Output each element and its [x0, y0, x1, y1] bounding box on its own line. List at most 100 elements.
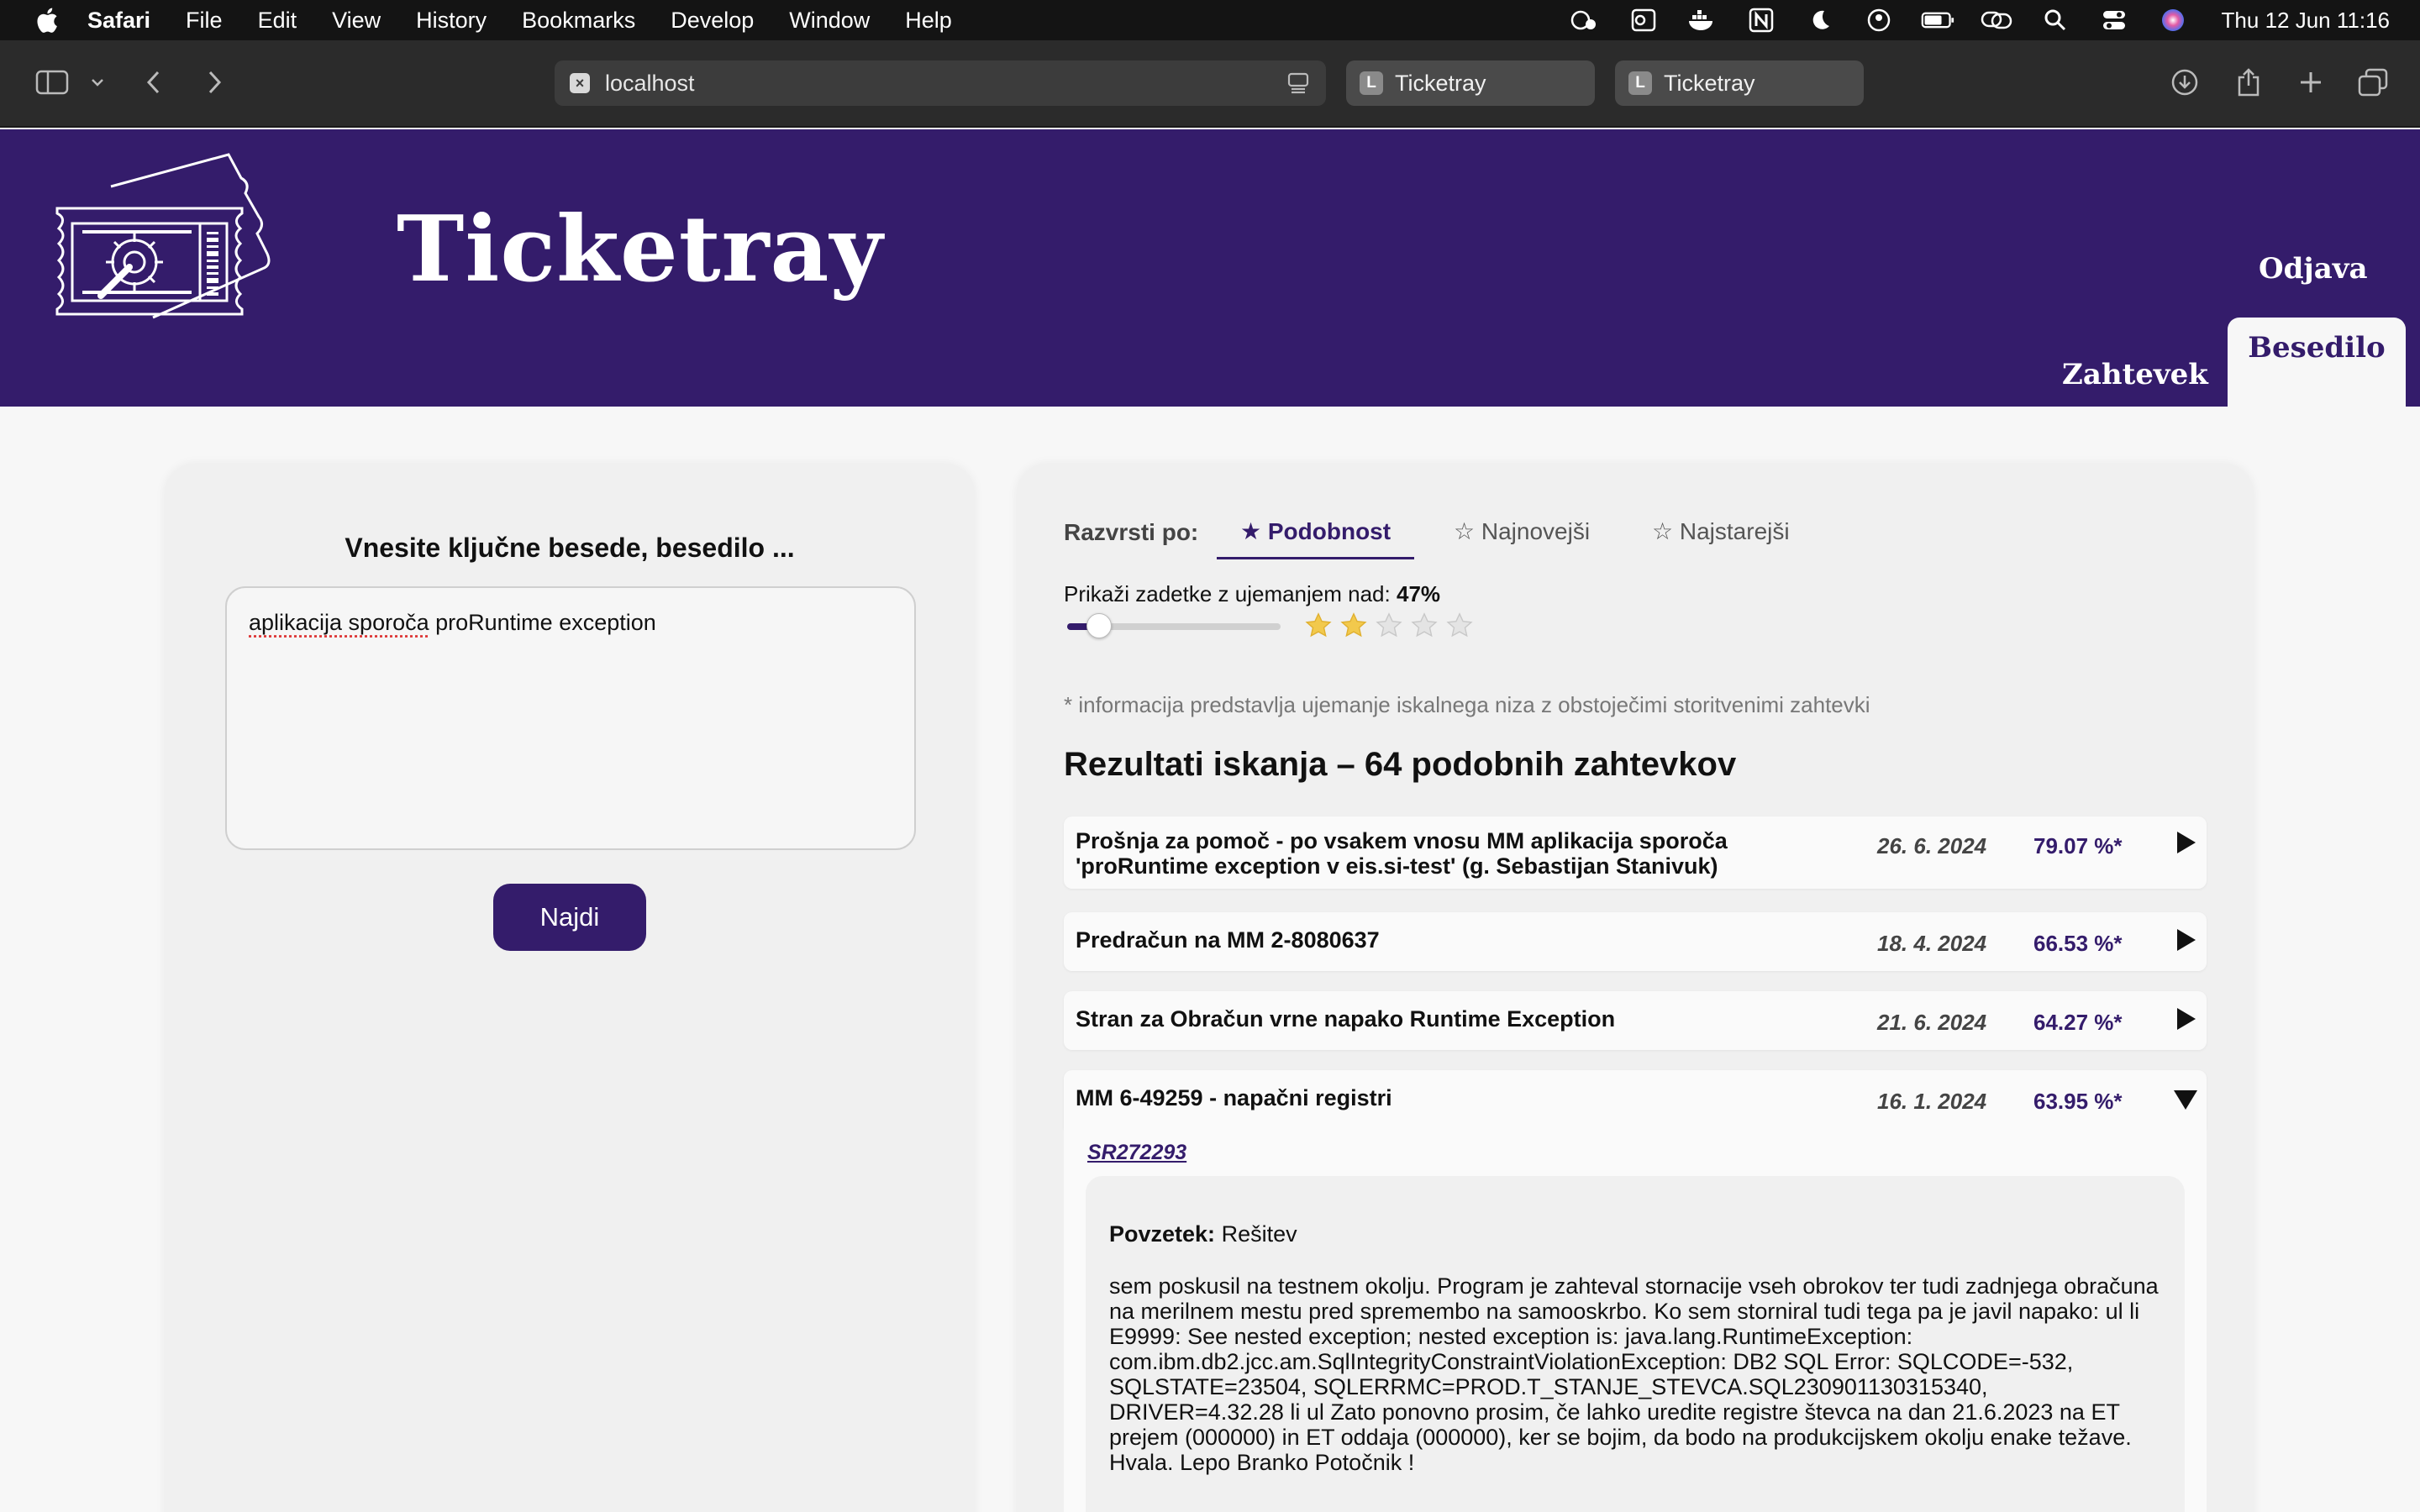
siri-icon[interactable] [2156, 7, 2190, 34]
chevron-down-icon[interactable] [87, 66, 108, 99]
tab-favicon-icon: L [1628, 71, 1652, 95]
threshold-label: Prikaži zadetke z ujemanjem nad: 47% [1064, 581, 1440, 607]
query-text: proRuntime exception [429, 610, 656, 635]
sort-label: Razvrsti po: [1064, 519, 1198, 546]
summary-line: Povzetek: Rešitev [1109, 1221, 1297, 1247]
macos-menu-bar: Safari File Edit View History Bookmarks … [0, 0, 2420, 40]
result-date: 21. 6. 2024 [1877, 1010, 1986, 1036]
outlook-icon[interactable] [1627, 7, 1660, 34]
share-icon[interactable] [2233, 66, 2264, 99]
menu-bookmarks[interactable]: Bookmarks [522, 8, 635, 34]
star-filled-icon [1304, 612, 1333, 640]
menu-develop[interactable]: Develop [671, 8, 754, 34]
reader-view-icon[interactable] [1287, 72, 1309, 100]
result-score: 79.07 %* [2033, 833, 2123, 859]
result-row-expanded[interactable]: MM 6-49259 - napačni registri 16. 1. 202… [1064, 1070, 2207, 1129]
menu-app-name[interactable]: Safari [87, 8, 150, 34]
results-panel: Razvrsti po: ★ Podobnost ☆ Najnovejši ☆ … [1017, 464, 2254, 1512]
tab-overview-icon[interactable] [2356, 66, 2390, 99]
query-spellcheck-text: aplikacija sporoča [249, 610, 429, 635]
search-heading: Vnesite ključne besede, besedilo ... [165, 533, 975, 564]
detail-body: sem poskusil na testnem okolju. Program … [1109, 1273, 2160, 1475]
result-row[interactable]: Prošnja za pomoč - po vsakem vnosu MM ap… [1064, 816, 2207, 889]
menu-view[interactable]: View [332, 8, 381, 34]
browser-tab-2[interactable]: L Ticketray [1615, 60, 1864, 106]
forward-arrow-icon[interactable] [202, 66, 227, 99]
tab-zahtevek[interactable]: Zahtevek [2062, 358, 2208, 391]
app-header: Ticketray Odjava Zahtevek Besedilo [0, 129, 2420, 407]
address-text[interactable]: localhost [605, 71, 695, 97]
control-center-icon[interactable] [2097, 7, 2131, 34]
logout-link[interactable]: Odjava [2259, 252, 2368, 286]
result-score: 63.95 %* [2033, 1089, 2123, 1115]
site-favicon-icon: × [570, 73, 590, 93]
similarity-note: * informacija predstavlja ujemanje iskal… [1064, 692, 1870, 718]
summary-label: Povzetek: [1109, 1221, 1215, 1247]
result-title: MM 6-49259 - napačni registri [1076, 1085, 1798, 1110]
expand-arrow-icon[interactable] [2173, 830, 2198, 855]
star-rating [1304, 612, 1474, 640]
menu-file[interactable]: File [186, 8, 223, 34]
slider-knob[interactable] [1086, 613, 1112, 638]
app-title: Ticketray [397, 197, 883, 302]
threshold-text: Prikaži zadetke z ujemanjem nad: [1064, 581, 1391, 606]
expand-arrow-icon[interactable] [2173, 927, 2198, 953]
apple-menu-icon[interactable] [34, 6, 59, 34]
browser-toolbar: × localhost L Ticketray L Ticketray [0, 40, 2420, 128]
screen-mirroring-icon[interactable] [1980, 7, 2013, 34]
battery-icon[interactable] [1921, 7, 1954, 34]
expand-arrow-icon[interactable] [2173, 1006, 2198, 1032]
search-panel: Vnesite ključne besede, besedilo ... apl… [165, 464, 975, 1512]
summary-value: Rešitev [1222, 1221, 1297, 1247]
docker-icon[interactable] [1686, 7, 1719, 34]
result-date: 18. 4. 2024 [1877, 931, 1986, 957]
menu-help[interactable]: Help [905, 8, 952, 34]
result-date: 26. 6. 2024 [1877, 833, 1986, 859]
tab-favicon-icon: L [1360, 71, 1383, 95]
sort-by-similarity[interactable]: ★ Podobnost [1217, 517, 1414, 559]
sort-by-oldest[interactable]: ☆ Najstarejši [1652, 517, 1790, 545]
moon-icon[interactable] [1803, 7, 1837, 34]
detail-card: Povzetek: Rešitev sem poskusil na testne… [1086, 1176, 2185, 1512]
address-bar[interactable]: × localhost [555, 60, 1326, 106]
spotlight-search-icon[interactable] [2039, 7, 2072, 34]
user-account-icon[interactable] [1862, 7, 1896, 34]
find-button[interactable]: Najdi [493, 884, 646, 951]
browser-tab-1[interactable]: L Ticketray [1346, 60, 1595, 106]
result-detail: SR272293 Povzetek: Rešitev sem poskusil … [1064, 1126, 2207, 1512]
sr-link[interactable]: SR272293 [1087, 1141, 1186, 1165]
tab-title: Ticketray [1664, 71, 1755, 97]
result-row[interactable]: Stran za Obračun vrne napako Runtime Exc… [1064, 991, 2207, 1050]
sidebar-toggle-icon[interactable] [34, 66, 71, 99]
result-score: 64.27 %* [2033, 1010, 2123, 1036]
threshold-value: 47% [1397, 581, 1440, 606]
star-filled-icon [1339, 612, 1368, 640]
status-area: Thu 12 Jun 11:16 [1568, 0, 2390, 40]
downloads-icon[interactable] [2170, 66, 2200, 99]
collapse-arrow-icon[interactable] [2173, 1087, 2198, 1112]
star-empty-icon [1410, 612, 1439, 640]
menu-edit[interactable]: Edit [258, 8, 297, 34]
menubar-clock[interactable]: Thu 12 Jun 11:16 [2222, 8, 2390, 34]
new-tab-plus-icon[interactable] [2296, 66, 2326, 99]
accessibility-icon[interactable] [1568, 7, 1602, 34]
result-title: Prošnja za pomoč - po vsakem vnosu MM ap… [1076, 828, 1798, 879]
result-row[interactable]: Predračun na MM 2-8080637 18. 4. 2024 66… [1064, 912, 2207, 971]
results-title: Rezultati iskanja – 64 podobnih zahtevko… [1064, 746, 1736, 784]
menu-history[interactable]: History [416, 8, 487, 34]
tab-besedilo[interactable]: Besedilo [2228, 318, 2406, 407]
search-textarea[interactable]: aplikacija sporoča proRuntime exception [225, 586, 916, 850]
result-title: Stran za Obračun vrne napako Runtime Exc… [1076, 1006, 1798, 1032]
threshold-slider[interactable] [1067, 623, 1281, 630]
menu-window[interactable]: Window [789, 8, 870, 34]
back-arrow-icon[interactable] [141, 66, 166, 99]
sort-by-newest[interactable]: ☆ Najnovejši [1454, 517, 1590, 545]
tab-title: Ticketray [1395, 71, 1486, 97]
result-score: 66.53 %* [2033, 931, 2123, 957]
star-empty-icon [1375, 612, 1403, 640]
result-title: Predračun na MM 2-8080637 [1076, 927, 1798, 953]
result-date: 16. 1. 2024 [1877, 1089, 1986, 1115]
notion-icon[interactable] [1744, 7, 1778, 34]
ticket-logo-icon [52, 153, 338, 354]
star-empty-icon [1445, 612, 1474, 640]
